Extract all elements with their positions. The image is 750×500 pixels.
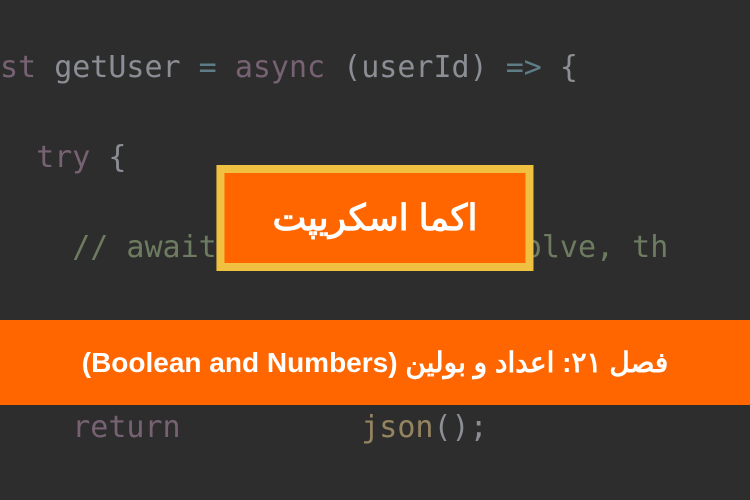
chapter-title: فصل ۲۱: اعداد و بولین (Boolean and Numbe… <box>0 346 750 379</box>
chapter-bar: فصل ۲۱: اعداد و بولین (Boolean and Numbe… <box>0 320 750 405</box>
code-line: } catch E <box>0 495 750 500</box>
code-line: st getUser = async (userId) => { <box>0 45 750 90</box>
code-line: return json(); <box>0 405 750 450</box>
title-badge: اکما اسکریپت <box>216 165 533 271</box>
title-badge-text: اکما اسکریپت <box>272 197 477 239</box>
